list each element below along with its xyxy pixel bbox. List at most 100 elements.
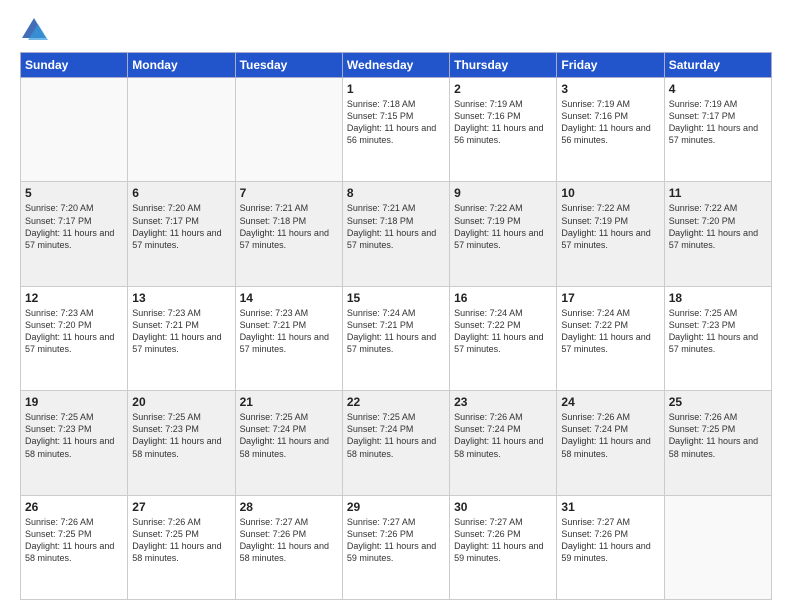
day-number: 17 xyxy=(561,291,659,305)
calendar-header-saturday: Saturday xyxy=(664,53,771,78)
day-info: Sunrise: 7:24 AMSunset: 7:21 PMDaylight:… xyxy=(347,307,445,356)
calendar-cell: 24Sunrise: 7:26 AMSunset: 7:24 PMDayligh… xyxy=(557,391,664,495)
calendar-cell: 1 Sunrise: 7:18 AMSunset: 7:15 PMDaylight… xyxy=(342,78,449,182)
day-info: Sunrise: 7:22 AMSunset: 7:20 PMDaylight:… xyxy=(669,202,767,251)
day-number: 25 xyxy=(669,395,767,409)
day-number: 13 xyxy=(132,291,230,305)
calendar-cell: 27 Sunrise: 7:26 AMSunset: 7:25 PMDayligh… xyxy=(128,495,235,599)
day-info: Sunrise: 7:22 AMSunset: 7:19 PMDaylight:… xyxy=(561,202,659,251)
day-info: Sunrise: 7:24 AMSunset: 7:22 PMDaylight:… xyxy=(561,307,659,356)
day-info: Sunrise: 7:22 AMSunset: 7:19 PMDaylight:… xyxy=(454,202,552,251)
calendar-cell: 3 Sunrise: 7:19 AMSunset: 7:16 PMDaylight… xyxy=(557,78,664,182)
day-number: 7 xyxy=(240,186,338,200)
calendar-cell: 16 Sunrise: 7:24 AMSunset: 7:22 PMDayligh… xyxy=(450,286,557,390)
day-number: 31 xyxy=(561,500,659,514)
day-number: 22 xyxy=(347,395,445,409)
calendar-week-row: 1 Sunrise: 7:18 AMSunset: 7:15 PMDaylight… xyxy=(21,78,772,182)
day-info: Sunrise: 7:21 AMSunset: 7:18 PMDaylight:… xyxy=(347,202,445,251)
day-number: 6 xyxy=(132,186,230,200)
calendar-cell: 4 Sunrise: 7:19 AMSunset: 7:17 PMDaylight… xyxy=(664,78,771,182)
day-number: 20 xyxy=(132,395,230,409)
calendar-cell: 25 Sunrise: 7:26 AMSunset: 7:25 PMDayligh… xyxy=(664,391,771,495)
calendar-cell xyxy=(128,78,235,182)
day-info: Sunrise: 7:20 AMSunset: 7:17 PMDaylight:… xyxy=(25,202,123,251)
day-info: Sunrise: 7:27 AMSunset: 7:26 PMDaylight:… xyxy=(561,516,659,565)
day-info: Sunrise: 7:25 AMSunset: 7:23 PMDaylight:… xyxy=(669,307,767,356)
day-number: 9 xyxy=(454,186,552,200)
calendar-cell: 18 Sunrise: 7:25 AMSunset: 7:23 PMDayligh… xyxy=(664,286,771,390)
calendar-header-friday: Friday xyxy=(557,53,664,78)
calendar-cell: 30Sunrise: 7:27 AMSunset: 7:26 PMDayligh… xyxy=(450,495,557,599)
day-info: Sunrise: 7:26 AMSunset: 7:24 PMDaylight:… xyxy=(454,411,552,460)
day-number: 24 xyxy=(561,395,659,409)
day-number: 27 xyxy=(132,500,230,514)
calendar-page: SundayMondayTuesdayWednesdayThursdayFrid… xyxy=(0,0,792,612)
day-number: 4 xyxy=(669,82,767,96)
day-number: 14 xyxy=(240,291,338,305)
day-number: 29 xyxy=(347,500,445,514)
day-info: Sunrise: 7:25 AMSunset: 7:23 PMDaylight:… xyxy=(25,411,123,460)
calendar-cell xyxy=(235,78,342,182)
calendar-cell: 5 Sunrise: 7:20 AMSunset: 7:17 PMDaylight… xyxy=(21,182,128,286)
day-info: Sunrise: 7:26 AMSunset: 7:25 PMDaylight:… xyxy=(669,411,767,460)
day-info: Sunrise: 7:27 AMSunset: 7:26 PMDaylight:… xyxy=(240,516,338,565)
calendar-cell: 11 Sunrise: 7:22 AMSunset: 7:20 PMDayligh… xyxy=(664,182,771,286)
calendar-cell: 14 Sunrise: 7:23 AMSunset: 7:21 PMDayligh… xyxy=(235,286,342,390)
calendar-cell xyxy=(664,495,771,599)
calendar-cell: 23 Sunrise: 7:26 AMSunset: 7:24 PMDayligh… xyxy=(450,391,557,495)
day-info: Sunrise: 7:24 AMSunset: 7:22 PMDaylight:… xyxy=(454,307,552,356)
day-number: 19 xyxy=(25,395,123,409)
calendar-cell: 12 Sunrise: 7:23 AMSunset: 7:20 PMDayligh… xyxy=(21,286,128,390)
calendar-header-row: SundayMondayTuesdayWednesdayThursdayFrid… xyxy=(21,53,772,78)
calendar-cell: 9 Sunrise: 7:22 AMSunset: 7:19 PMDaylight… xyxy=(450,182,557,286)
day-number: 26 xyxy=(25,500,123,514)
day-number: 18 xyxy=(669,291,767,305)
day-info: Sunrise: 7:20 AMSunset: 7:17 PMDaylight:… xyxy=(132,202,230,251)
calendar-cell: 10 Sunrise: 7:22 AMSunset: 7:19 PMDayligh… xyxy=(557,182,664,286)
day-info: Sunrise: 7:26 AMSunset: 7:25 PMDaylight:… xyxy=(25,516,123,565)
calendar-cell: 28Sunrise: 7:27 AMSunset: 7:26 PMDayligh… xyxy=(235,495,342,599)
calendar-cell xyxy=(21,78,128,182)
day-number: 30 xyxy=(454,500,552,514)
calendar-cell: 15Sunrise: 7:24 AMSunset: 7:21 PMDayligh… xyxy=(342,286,449,390)
logo-icon xyxy=(20,16,48,44)
calendar-cell: 17 Sunrise: 7:24 AMSunset: 7:22 PMDayligh… xyxy=(557,286,664,390)
day-number: 2 xyxy=(454,82,552,96)
calendar-cell: 7Sunrise: 7:21 AMSunset: 7:18 PMDaylight… xyxy=(235,182,342,286)
calendar-cell: 6 Sunrise: 7:20 AMSunset: 7:17 PMDaylight… xyxy=(128,182,235,286)
day-number: 21 xyxy=(240,395,338,409)
calendar-header-thursday: Thursday xyxy=(450,53,557,78)
calendar-cell: 20 Sunrise: 7:25 AMSunset: 7:23 PMDayligh… xyxy=(128,391,235,495)
calendar-week-row: 5 Sunrise: 7:20 AMSunset: 7:17 PMDaylight… xyxy=(21,182,772,286)
day-number: 10 xyxy=(561,186,659,200)
logo xyxy=(20,16,52,44)
day-number: 3 xyxy=(561,82,659,96)
day-info: Sunrise: 7:18 AMSunset: 7:15 PMDaylight:… xyxy=(347,98,445,147)
calendar-cell: 29Sunrise: 7:27 AMSunset: 7:26 PMDayligh… xyxy=(342,495,449,599)
calendar-cell: 8Sunrise: 7:21 AMSunset: 7:18 PMDaylight… xyxy=(342,182,449,286)
day-info: Sunrise: 7:25 AMSunset: 7:23 PMDaylight:… xyxy=(132,411,230,460)
calendar-header-monday: Monday xyxy=(128,53,235,78)
day-number: 11 xyxy=(669,186,767,200)
calendar-cell: 21 Sunrise: 7:25 AMSunset: 7:24 PMDayligh… xyxy=(235,391,342,495)
day-info: Sunrise: 7:23 AMSunset: 7:21 PMDaylight:… xyxy=(132,307,230,356)
day-info: Sunrise: 7:26 AMSunset: 7:25 PMDaylight:… xyxy=(132,516,230,565)
calendar-table: SundayMondayTuesdayWednesdayThursdayFrid… xyxy=(20,52,772,600)
calendar-cell: 19 Sunrise: 7:25 AMSunset: 7:23 PMDayligh… xyxy=(21,391,128,495)
day-info: Sunrise: 7:25 AMSunset: 7:24 PMDaylight:… xyxy=(347,411,445,460)
day-info: Sunrise: 7:23 AMSunset: 7:21 PMDaylight:… xyxy=(240,307,338,356)
calendar-cell: 26 Sunrise: 7:26 AMSunset: 7:25 PMDayligh… xyxy=(21,495,128,599)
calendar-week-row: 12 Sunrise: 7:23 AMSunset: 7:20 PMDayligh… xyxy=(21,286,772,390)
day-number: 1 xyxy=(347,82,445,96)
day-info: Sunrise: 7:19 AMSunset: 7:16 PMDaylight:… xyxy=(561,98,659,147)
calendar-header-wednesday: Wednesday xyxy=(342,53,449,78)
header xyxy=(20,16,772,44)
day-number: 23 xyxy=(454,395,552,409)
day-info: Sunrise: 7:25 AMSunset: 7:24 PMDaylight:… xyxy=(240,411,338,460)
day-info: Sunrise: 7:19 AMSunset: 7:17 PMDaylight:… xyxy=(669,98,767,147)
day-info: Sunrise: 7:23 AMSunset: 7:20 PMDaylight:… xyxy=(25,307,123,356)
day-number: 12 xyxy=(25,291,123,305)
calendar-cell: 31 Sunrise: 7:27 AMSunset: 7:26 PMDayligh… xyxy=(557,495,664,599)
day-number: 5 xyxy=(25,186,123,200)
day-number: 16 xyxy=(454,291,552,305)
